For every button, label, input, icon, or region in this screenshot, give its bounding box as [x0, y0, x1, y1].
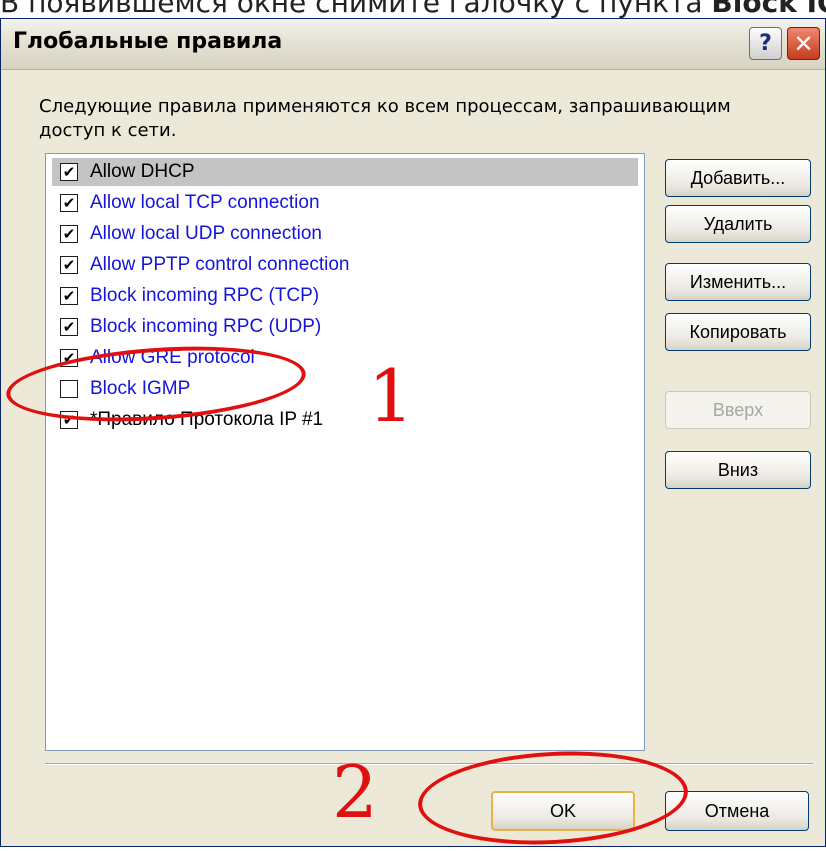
move-down-button[interactable]: Вниз [665, 451, 811, 489]
rule-label: Block incoming RPC (TCP) [90, 285, 320, 306]
rule-label: Allow PPTP control connection [90, 254, 350, 275]
move-up-button[interactable]: Вверх [665, 391, 811, 429]
rule-checkbox[interactable]: ✔ [60, 194, 78, 212]
caption-bold-text: Block IGM [711, 0, 826, 19]
copy-button[interactable]: Копировать [665, 313, 811, 351]
list-item-allow-pptp[interactable]: ✔ Allow PPTP control connection [52, 251, 638, 279]
rule-label: Allow local UDP connection [90, 223, 322, 244]
edit-button[interactable]: Изменить... [665, 263, 811, 301]
add-button[interactable]: Добавить... [665, 159, 811, 197]
rule-checkbox[interactable]: ✔ [60, 287, 78, 305]
list-item-allow-local-tcp[interactable]: ✔ Allow local TCP connection [52, 189, 638, 217]
rule-label: Allow DHCP [90, 161, 195, 182]
list-item-allow-dhcp[interactable]: ✔ Allow DHCP [52, 158, 638, 186]
dialog-description: Следующие правила применяются ко всем пр… [39, 96, 731, 141]
close-button[interactable]: ✕ [787, 27, 820, 60]
rules-list[interactable]: ✔ Allow DHCP ✔ Allow local TCP connectio… [45, 153, 645, 751]
rule-checkbox[interactable]: ✔ [60, 163, 78, 181]
rule-checkbox[interactable]: ✔ [60, 225, 78, 243]
annotation-marker-2: 2 [332, 750, 378, 834]
rule-label: Block incoming RPC (UDP) [90, 316, 322, 337]
rule-label: Allow local TCP connection [90, 192, 320, 213]
dialog-title: Глобальные правила [13, 29, 283, 54]
tutorial-caption: В появившемся окне снимите галочку с пун… [0, 0, 826, 20]
delete-button[interactable]: Удалить [665, 205, 811, 243]
title-bar[interactable]: Глобальные правила ? ✕ [1, 19, 825, 70]
annotation-marker-1: 1 [368, 354, 414, 438]
close-icon: ✕ [793, 29, 814, 58]
rule-checkbox[interactable]: ✔ [60, 318, 78, 336]
caption-text: В появившемся окне снимите галочку с пун… [0, 0, 712, 19]
help-button[interactable]: ? [749, 27, 782, 60]
list-item-block-rpc-tcp[interactable]: ✔ Block incoming RPC (TCP) [52, 282, 638, 310]
question-icon: ? [759, 31, 772, 56]
list-item-block-rpc-udp[interactable]: ✔ Block incoming RPC (UDP) [52, 313, 638, 341]
separator-line [45, 763, 813, 765]
list-item-allow-local-udp[interactable]: ✔ Allow local UDP connection [52, 220, 638, 248]
rule-checkbox[interactable]: ✔ [60, 256, 78, 274]
